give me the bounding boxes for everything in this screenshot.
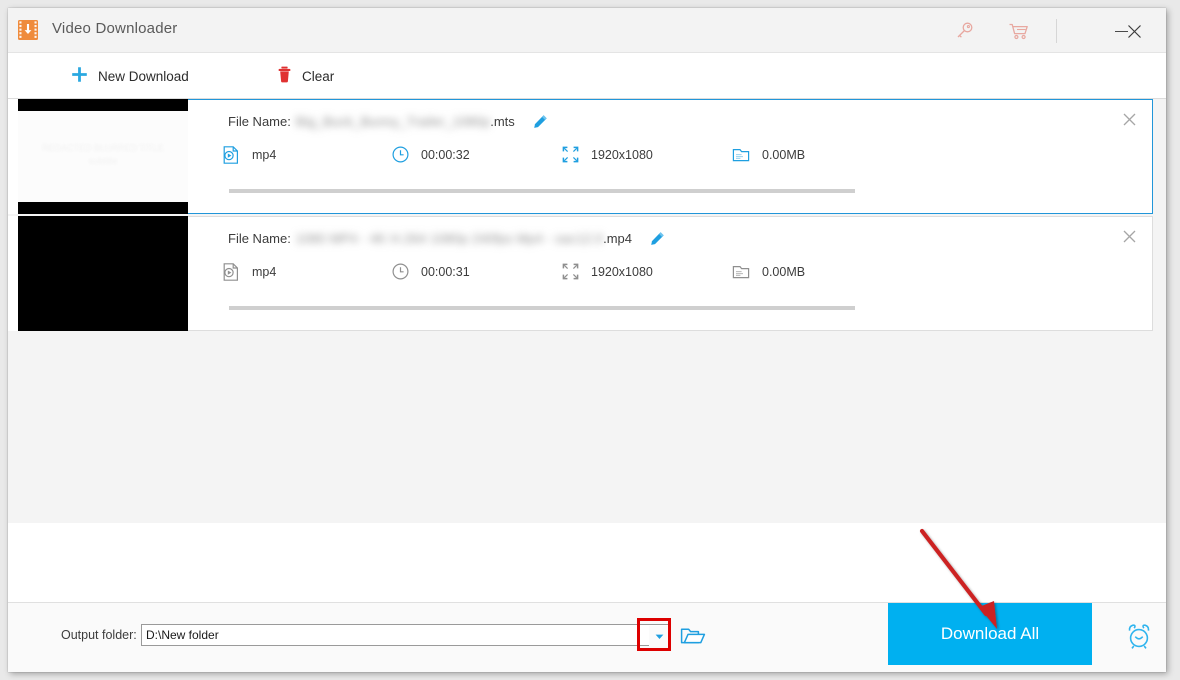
video-file-icon: [221, 262, 241, 282]
app-title: Video Downloader: [52, 20, 178, 37]
film-download-icon: [14, 16, 42, 44]
plus-icon: [70, 65, 89, 87]
key-icon[interactable]: [949, 17, 979, 45]
bottom-bar: Output folder: D:\New folder Download Al…: [8, 602, 1166, 672]
duration-meta: 00:00:32: [391, 145, 470, 164]
alarm-clock-icon[interactable]: [1120, 619, 1158, 653]
shopping-cart-icon[interactable]: [1003, 17, 1033, 45]
application-window: Video Downloader New Download Clear File…: [8, 8, 1166, 672]
download-all-label: Download All: [940, 624, 1040, 643]
video-thumbnail: [18, 216, 188, 331]
video-thumbnail: REDACTED BLURRED TITLE subtitle: [18, 99, 188, 214]
resolution-value: 1920x1080: [591, 147, 653, 162]
file-name-value: 1080 MP4 - 4K H.264 1080p 240fps Mp4 - s…: [295, 231, 604, 246]
size-value: 0.00MB: [762, 148, 806, 162]
format-value: mp4: [252, 265, 277, 279]
file-name-extension: .mp4: [603, 231, 632, 246]
chevron-down-icon[interactable]: [649, 626, 669, 646]
file-name-row: File Name: 1080 MP4 - 4K H.264 1080p 240…: [228, 231, 665, 246]
size-value: 0.00MB: [762, 265, 806, 279]
close-icon[interactable]: [1118, 225, 1140, 247]
trash-icon: [276, 65, 293, 87]
file-name-extension: .mts: [490, 114, 515, 129]
file-name-row: File Name: Big_Buck_Bunny_Trailer_1080p …: [228, 114, 548, 129]
size-meta: 0.00MB: [731, 262, 805, 282]
metadata-row: mp4 00:00:31 1920x1080 0.00MB: [221, 262, 1101, 286]
download-item-card: File Name: Big_Buck_Bunny_Trailer_1080p …: [180, 99, 1153, 214]
clock-icon: [391, 262, 410, 281]
download-item[interactable]: File Name: Big_Buck_Bunny_Trailer_1080p …: [8, 99, 1153, 214]
download-item[interactable]: File Name: 1080 MP4 - 4K H.264 1080p 240…: [8, 216, 1153, 331]
titlebar-divider: [1056, 19, 1057, 43]
progress-bar: [229, 306, 855, 310]
resolution-meta: 1920x1080: [561, 262, 653, 281]
toolbar: New Download Clear: [8, 53, 1166, 99]
download-list: File Name: Big_Buck_Bunny_Trailer_1080p …: [8, 99, 1166, 523]
resize-frame-icon: [561, 262, 580, 281]
thumbnail-text: REDACTED BLURRED TITLE subtitle: [42, 143, 164, 166]
output-folder-input[interactable]: D:\New folder: [141, 624, 671, 646]
new-download-button[interactable]: New Download: [70, 53, 189, 99]
format-meta: mp4: [221, 145, 276, 165]
resolution-meta: 1920x1080: [561, 145, 653, 164]
document-icon: [731, 145, 751, 165]
download-all-button[interactable]: Download All: [888, 603, 1092, 665]
output-folder-label: Output folder:: [61, 628, 137, 642]
clock-icon: [391, 145, 410, 164]
new-download-label: New Download: [98, 68, 189, 84]
close-icon[interactable]: [1118, 108, 1140, 130]
open-folder-icon[interactable]: [678, 623, 708, 649]
size-meta: 0.00MB: [731, 145, 805, 165]
file-name-value: Big_Buck_Bunny_Trailer_1080p: [295, 114, 491, 129]
pencil-icon[interactable]: [533, 114, 548, 129]
resize-frame-icon: [561, 145, 580, 164]
download-item-card: File Name: 1080 MP4 - 4K H.264 1080p 240…: [180, 216, 1153, 331]
duration-meta: 00:00:31: [391, 262, 470, 281]
progress-bar: [229, 189, 855, 193]
duration-value: 00:00:31: [421, 264, 470, 279]
clear-button[interactable]: Clear: [276, 53, 334, 99]
output-folder-value: D:\New folder: [146, 628, 219, 642]
clear-label: Clear: [302, 68, 335, 84]
close-icon[interactable]: [1112, 17, 1156, 45]
resolution-value: 1920x1080: [591, 264, 653, 279]
pencil-icon[interactable]: [650, 231, 665, 246]
video-file-icon: [221, 145, 241, 165]
file-name-label: File Name:: [228, 231, 291, 246]
metadata-row: mp4 00:00:32 1920x1080 0.00MB: [221, 145, 1101, 169]
document-icon: [731, 262, 751, 282]
format-meta: mp4: [221, 262, 276, 282]
duration-value: 00:00:32: [421, 147, 470, 162]
title-bar: Video Downloader: [8, 8, 1166, 53]
format-value: mp4: [252, 148, 277, 162]
file-name-label: File Name:: [228, 114, 291, 129]
